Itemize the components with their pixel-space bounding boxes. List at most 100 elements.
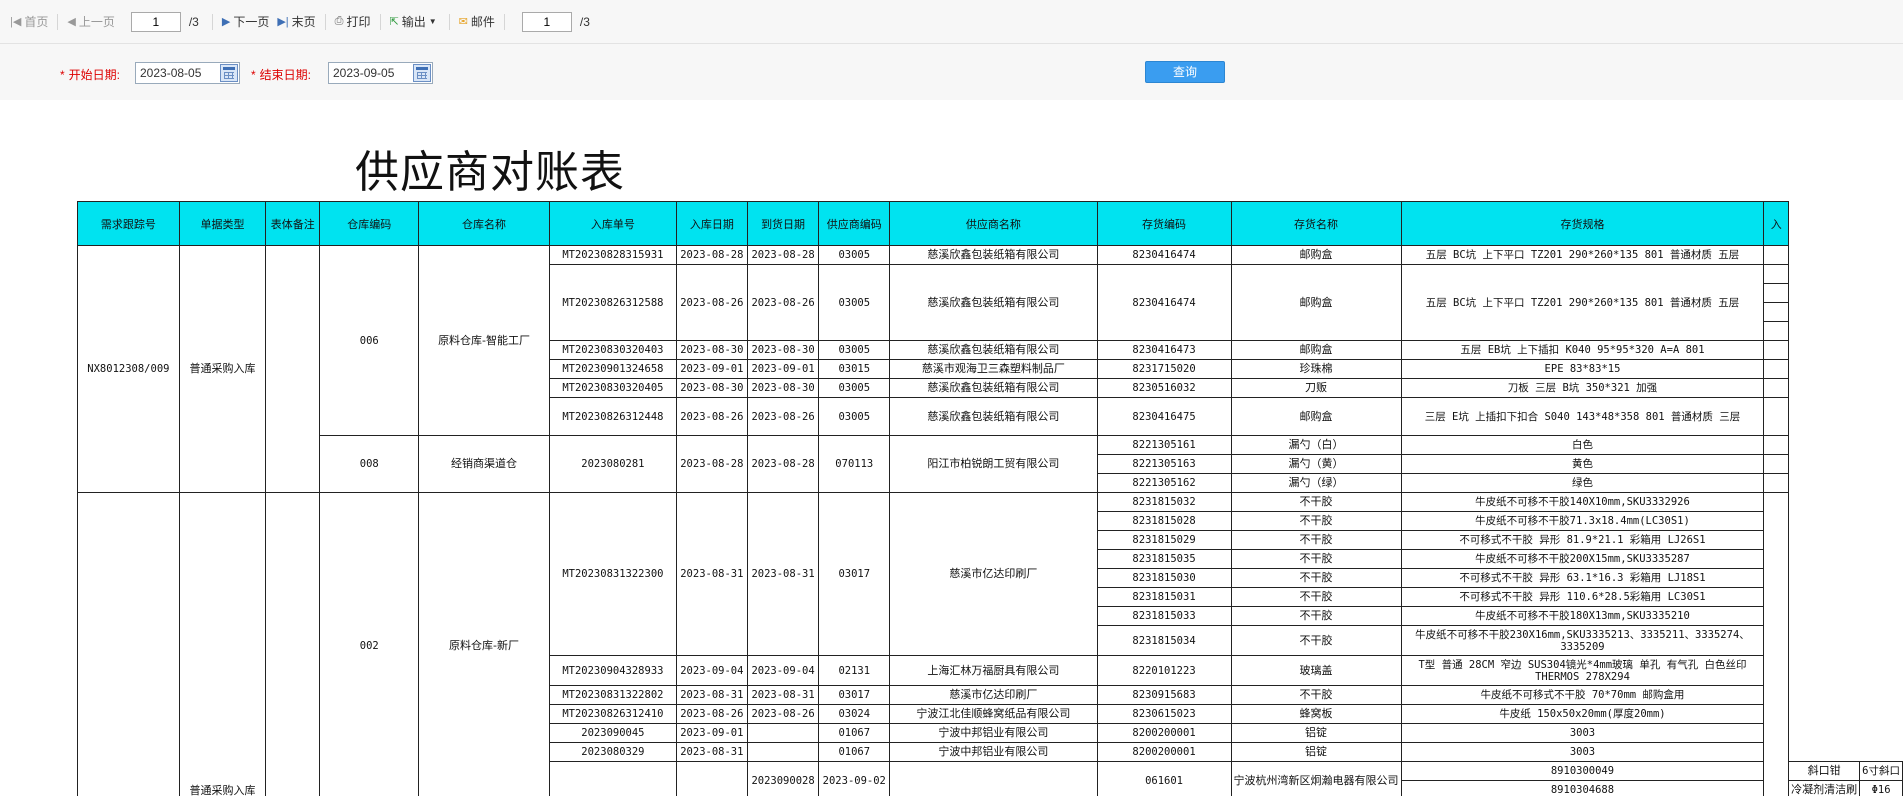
item-spec-cell: 五层 BC坑 上下平口 TZ201 290*260*135 801 普通材质 五… — [1400, 245, 1765, 265]
item-name-cell: 邮购盒 — [1230, 245, 1402, 265]
item-spec-cell: 刀板 三层 B坑 350*321 加强 — [1400, 378, 1765, 398]
item-code-cell: 8230416474 — [1096, 245, 1232, 265]
report-toolbar: |◀首页 ◀上一页 /3 ▶下一页 ▶|末页 ⎙打印 ⇱输出▼ ✉邮件 /3 — [0, 0, 1903, 44]
receipt-no-cell: MT20230830320403 — [548, 340, 677, 360]
start-date-input[interactable] — [136, 63, 220, 83]
prev-page-button[interactable]: ◀ 上一页 — [63, 11, 118, 33]
in-date-cell: 2023-08-26 — [675, 264, 748, 341]
column-header[interactable]: 供应商编码 — [818, 201, 891, 246]
item-name-cell: 蜂窝板 — [1230, 704, 1402, 724]
first-page-button[interactable]: |◀ 首页 — [6, 11, 52, 33]
in-date-cell: 2023-08-28 — [675, 245, 748, 265]
page-number-input-secondary[interactable] — [521, 11, 572, 32]
supplier-name-cell: 慈溪欣鑫包装纸箱有限公司 — [889, 378, 1098, 398]
receipt-no-cell: 2023090028 — [746, 761, 820, 796]
column-header[interactable]: 入库单号 — [548, 201, 677, 246]
toolbar-divider — [379, 13, 381, 30]
item-spec-cell: 不可移式不干胶 异形 110.6*28.5彩箱用 LC30S1 — [1400, 587, 1765, 607]
in-date-cell: 2023-09-04 — [675, 655, 748, 686]
table-row: 008 经销商渠道仓 2023080281 2023-08-28 2023-08… — [78, 435, 1903, 493]
item-code-cell: 8230516032 — [1096, 378, 1232, 398]
in-date-cell: 2023-08-31 — [675, 492, 748, 656]
item-name-cell: 漏勺（绿） — [1230, 473, 1402, 493]
item-spec-cell: T型 普通 28CM 窄边 SUS304镜光*4mm玻璃 单孔 有气孔 白色丝印… — [1400, 655, 1765, 686]
item-name-cell: 不干胶 — [1230, 492, 1402, 512]
start-date-field[interactable] — [135, 62, 240, 84]
mail-button[interactable]: ✉ 邮件 — [455, 11, 499, 33]
print-button[interactable]: ⎙ 打印 — [331, 11, 375, 33]
item-spec-cell: 牛皮纸不可移式不干胶 70*70mm 邮购盒用 — [1400, 685, 1765, 705]
column-header[interactable]: 单据类型 — [178, 201, 267, 246]
required-mark: * — [60, 68, 65, 82]
receipt-no-cell: 2023080329 — [548, 742, 677, 762]
trace-no-cell: NX8012308/009 — [77, 245, 180, 493]
end-date-label: * 结束日期: — [251, 68, 312, 82]
table-row: 普通采购入库 002 原料仓库-新厂 MT20230831322300 2023… — [77, 492, 1903, 796]
calendar-icon[interactable] — [413, 64, 431, 82]
toolbar-divider — [211, 13, 213, 30]
column-header[interactable]: 仓库编码 — [319, 201, 420, 246]
item-code-cell: 8231815035 — [1096, 549, 1232, 569]
supplier-code-cell: 03005 — [818, 397, 891, 436]
overflow-cell — [1763, 283, 1790, 303]
export-button[interactable]: ⇱ 输出 ▼ — [386, 11, 444, 33]
in-date-cell: 2023-09-01 — [675, 723, 748, 743]
warehouse-name-cell: 经销商渠道仓 — [418, 435, 550, 493]
arrival-date-cell — [746, 742, 820, 762]
item-spec-cell: 牛皮纸不可移不干胶200X15mm,SKU3335287 — [1400, 549, 1765, 569]
overflow-cell — [1763, 454, 1790, 474]
in-date-cell: 2023-08-26 — [675, 704, 748, 724]
column-header[interactable]: 到货日期 — [746, 201, 820, 246]
item-code-cell: 8221305161 — [1096, 435, 1232, 455]
overflow-cell — [1763, 245, 1790, 265]
item-spec-cell: EPE 83*83*15 — [1400, 359, 1765, 379]
query-button[interactable]: 查询 — [1145, 61, 1225, 83]
item-spec-cell: 6寸斜口 — [1859, 761, 1903, 781]
report-title: 供应商对账表 — [355, 147, 625, 198]
supplier-code-cell: 03005 — [818, 245, 891, 265]
next-page-icon: ▶ — [221, 16, 231, 28]
item-name-cell: 珍珠棉 — [1230, 359, 1402, 379]
item-name-cell: 斜口钳 — [1788, 761, 1861, 781]
item-spec-cell: 3003 — [1400, 723, 1765, 743]
last-page-button[interactable]: ▶| 末页 — [273, 11, 319, 33]
supplier-name-cell: 宁波江北佳顺蜂窝纸品有限公司 — [889, 704, 1098, 724]
calendar-icon[interactable] — [220, 64, 238, 82]
overflow-cell — [1763, 378, 1790, 398]
item-spec-cell: 牛皮纸不可移不干胶140X10mm,SKU3332926 — [1400, 492, 1765, 512]
item-name-cell: 不干胶 — [1230, 606, 1402, 626]
page-total-label-secondary: /3 — [579, 14, 590, 29]
item-code-cell: 8200200001 — [1096, 742, 1232, 762]
arrival-date-cell: 2023-08-30 — [746, 340, 820, 360]
end-date-input[interactable] — [329, 63, 413, 83]
supplier-name-cell: 慈溪欣鑫包装纸箱有限公司 — [889, 397, 1098, 436]
item-code-cell: 8910304688 — [1400, 780, 1765, 796]
item-spec-cell: 五层 EB坑 上下插扣 K040 95*95*320 A=A 801 — [1400, 340, 1765, 360]
item-code-cell: 8231815033 — [1096, 606, 1232, 626]
column-header[interactable]: 表体备注 — [265, 201, 321, 246]
column-header[interactable]: 供应商名称 — [889, 201, 1098, 246]
warehouse-code-cell: 008 — [319, 435, 420, 493]
column-header[interactable]: 入 — [1763, 201, 1790, 246]
page-number-input[interactable] — [130, 11, 181, 32]
column-header[interactable]: 存货名称 — [1230, 201, 1402, 246]
item-name-cell: 铝锭 — [1230, 723, 1402, 743]
item-code-cell: 8910300049 — [1400, 761, 1765, 781]
item-code-cell: 8231815034 — [1096, 625, 1232, 656]
report-canvas: 供应商对账表 需求跟踪号 单据类型 表体备注 仓库编码 仓库名称 入库单号 入库… — [0, 100, 1903, 796]
column-header[interactable]: 入库日期 — [675, 201, 748, 246]
supplier-name-cell: 上海汇林万福厨具有限公司 — [889, 655, 1098, 686]
next-page-button[interactable]: ▶ 下一页 — [218, 11, 273, 33]
column-header[interactable]: 需求跟踪号 — [77, 201, 180, 246]
supplier-code-cell: 061601 — [1096, 761, 1232, 796]
in-date-cell: 2023-08-26 — [675, 397, 748, 436]
column-header[interactable]: 存货规格 — [1400, 201, 1765, 246]
column-header[interactable]: 存货编码 — [1096, 201, 1232, 246]
supplier-name-cell: 宁波中邦铝业有限公司 — [889, 723, 1098, 743]
export-icon: ⇱ — [389, 16, 399, 28]
required-mark: * — [251, 68, 256, 82]
item-code-cell: 8231715020 — [1096, 359, 1232, 379]
end-date-field[interactable] — [328, 62, 433, 84]
item-code-cell: 8221305163 — [1096, 454, 1232, 474]
column-header[interactable]: 仓库名称 — [418, 201, 550, 246]
